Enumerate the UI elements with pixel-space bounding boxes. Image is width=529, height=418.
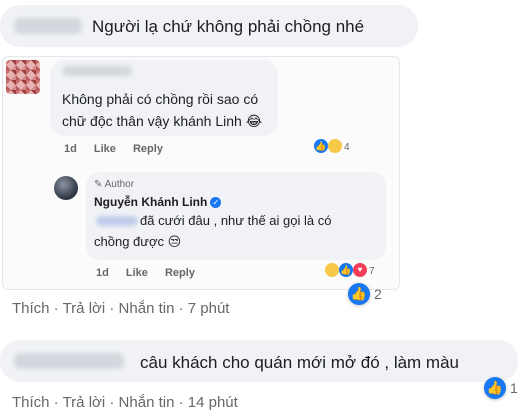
reply-link[interactable]: Reply — [133, 143, 163, 155]
comment-reactions-1[interactable]: 👍 2 — [348, 283, 382, 305]
author-name-label: Nguyễn Khánh Linh — [94, 195, 208, 209]
author-tag: ✎ Author — [94, 179, 135, 190]
verified-icon: ✓ — [210, 197, 222, 209]
embedded-reply-text-2: đã cưới đâu , như thế ai gọi là có chồng… — [94, 210, 364, 252]
like-link[interactable]: Thích — [12, 394, 50, 411]
message-link[interactable]: Nhắn tin — [119, 394, 175, 411]
embedded-reactions-2: 👍 ♥ 7 — [325, 261, 375, 279]
comment-text-2: câu khách cho quán mới mở đó , làm màu — [140, 353, 459, 372]
comment-actions-1: Thích · Trả lời · Nhắn tin · 7 phút — [12, 300, 230, 317]
reaction-count: 2 — [374, 286, 382, 302]
like-reaction-icon: 👍 — [339, 262, 353, 277]
commenter-name-redacted — [14, 18, 82, 34]
haha-reaction-icon — [325, 262, 339, 277]
embedded-reply-text-1: Không phải có chồng rồi sao có chữ độc t… — [62, 91, 263, 129]
reaction-count: 1 — [510, 380, 518, 396]
like-reaction-icon: 👍 — [314, 138, 328, 153]
like-link[interactable]: Like — [94, 143, 116, 155]
author-name[interactable]: Nguyễn Khánh Linh ✓ — [94, 195, 222, 209]
haha-reaction-icon — [328, 138, 342, 153]
time-label: 7 phút — [187, 300, 230, 317]
reply-link[interactable]: Trả lời — [63, 300, 106, 317]
comment-reactions-2[interactable]: 👍 1 — [484, 377, 518, 399]
heart-reaction-icon: ♥ — [353, 262, 367, 277]
embedded-reply-text-2-content: đã cưới đâu , như thế ai gọi là có chồng… — [94, 213, 332, 249]
author-avatar — [54, 176, 78, 200]
like-link[interactable]: Like — [126, 267, 148, 279]
time-label: 14 phút — [187, 394, 238, 411]
embedded-name-redacted — [62, 66, 132, 76]
reaction-count: 4 — [344, 142, 350, 153]
reply-link[interactable]: Reply — [165, 267, 195, 279]
avatar-pixelated — [6, 60, 40, 94]
comment-actions-2: Thích · Trả lời · Nhắn tin · 14 phút — [12, 394, 238, 411]
message-link[interactable]: Nhắn tin — [119, 300, 175, 317]
time-label: 1d — [64, 143, 77, 155]
author-tag-label: Author — [104, 179, 135, 190]
time-label: 1d — [96, 267, 109, 279]
like-reaction-icon: 👍 — [484, 377, 506, 399]
commenter-name-redacted — [14, 353, 124, 369]
embedded-reactions-1: 👍 4 — [314, 137, 350, 155]
reply-link[interactable]: Trả lời — [63, 394, 106, 411]
comment-text-1: Người lạ chứ không phải chồng nhé — [92, 17, 365, 36]
reaction-count: 7 — [369, 266, 375, 277]
embedded-reply-meta-2: 1d Like Reply — [96, 267, 209, 279]
embedded-reply-meta-1: 1d Like Reply — [64, 143, 177, 155]
like-reaction-icon: 👍 — [348, 283, 370, 305]
like-link[interactable]: Thích — [12, 300, 50, 317]
